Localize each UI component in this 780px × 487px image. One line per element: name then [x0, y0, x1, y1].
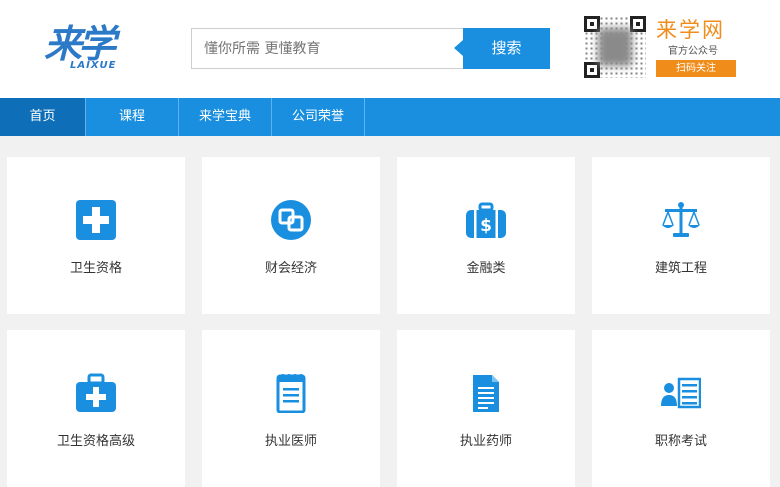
nav-laixue-guide[interactable]: 来学宝典 [179, 98, 272, 136]
nav-company-honors[interactable]: 公司荣誉 [272, 98, 365, 136]
money-bag-icon: $ [466, 202, 506, 238]
main-nav: 首页 课程 来学宝典 公司荣誉 [0, 98, 780, 136]
category-card[interactable]: $ 金融类 [397, 157, 575, 314]
site-logo[interactable]: 来学 LAIXUE [44, 22, 124, 74]
search-button[interactable]: 搜索 [454, 28, 550, 69]
id-card-icon [661, 377, 701, 409]
medical-cross-icon [76, 200, 116, 240]
category-card[interactable]: 卫生资格高级 [7, 330, 185, 487]
category-card[interactable]: 建筑工程 [592, 157, 770, 314]
category-label: 卫生资格高级 [56, 434, 135, 449]
svg-text:$: $ [480, 216, 492, 236]
finance-coins-icon [271, 200, 311, 240]
logo-sub-text: LAIXUE [70, 60, 117, 71]
document-icon [473, 375, 499, 412]
category-label: 财会经济 [264, 261, 317, 276]
category-card[interactable]: 卫生资格 [7, 157, 185, 314]
category-label: 卫生资格 [69, 261, 122, 276]
search-input[interactable] [192, 29, 464, 68]
category-card[interactable]: 执业药师 [397, 330, 575, 487]
brand-subtitle: 官方公众号 [668, 46, 718, 57]
medical-kit-icon [76, 373, 116, 412]
qr-finder [630, 16, 646, 32]
category-label: 执业药师 [459, 434, 512, 449]
scales-icon [662, 202, 700, 237]
nav-home[interactable]: 首页 [0, 98, 86, 136]
notepad-icon [276, 374, 306, 413]
category-label: 执业医师 [264, 434, 317, 449]
category-card[interactable]: 执业医师 [202, 330, 380, 487]
brand-title: 来学网 [656, 18, 725, 42]
follow-button[interactable]: 扫码关注 [656, 60, 736, 77]
qr-finder [584, 62, 600, 78]
search-box [191, 28, 465, 69]
category-label: 金融类 [466, 261, 506, 276]
category-label: 建筑工程 [654, 261, 707, 276]
nav-courses[interactable]: 课程 [86, 98, 179, 136]
header: 来学 LAIXUE 搜索 来学网 官方公众号 扫码关注 [0, 0, 780, 98]
category-label: 职称考试 [654, 434, 707, 449]
qr-blur [598, 28, 632, 66]
category-card[interactable]: 职称考试 [592, 330, 770, 487]
qr-code [584, 16, 646, 78]
category-card[interactable]: 财会经济 [202, 157, 380, 314]
